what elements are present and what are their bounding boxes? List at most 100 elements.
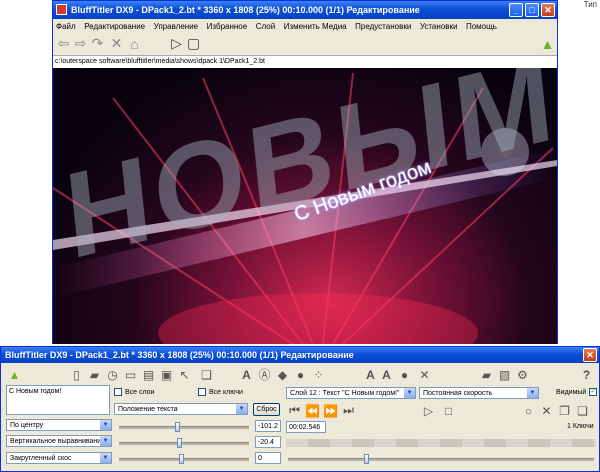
menu-favorites[interactable]: Избранное [204, 22, 251, 31]
next-key-icon[interactable]: ⏩ [323, 403, 338, 418]
menu-help[interactable]: Помощь [463, 22, 500, 31]
value-z-input[interactable]: 0 [255, 452, 281, 464]
chevron-down-icon: ▼ [527, 388, 538, 398]
folder-icon[interactable]: ▰ [479, 367, 494, 382]
file-path: c:\outerspace software\blufftitler\media… [53, 55, 557, 68]
timeline-scrubber[interactable] [288, 454, 594, 464]
checkbox-box[interactable] [198, 388, 206, 396]
cube-icon[interactable]: ◆ [275, 367, 290, 382]
delete-layer-icon[interactable]: ✕ [417, 367, 432, 382]
property-select[interactable]: Положение текста ▼ [114, 403, 248, 415]
bevel-select-value: Закругленный скос [10, 455, 72, 462]
slider-x[interactable] [119, 422, 249, 432]
reset-button[interactable]: Сброс [253, 403, 280, 416]
panel-titlebar[interactable]: BluffTitler DX9 - DPack1_2.bt * 3360 x 1… [1, 347, 599, 363]
maximize-button[interactable]: □ [525, 3, 539, 17]
chevron-down-icon: ▼ [100, 420, 111, 430]
preview-stage[interactable]: НОВЫМ С Новым годом [53, 68, 557, 344]
property-select-value: Положение текста [118, 406, 178, 413]
slider-y[interactable] [119, 438, 249, 448]
particles-icon[interactable]: ⁘ [311, 367, 326, 382]
layer-select[interactable]: Слой 12 : Текст "С Новым годом!" ▼ [286, 387, 416, 399]
forward-icon[interactable]: ⇨ [73, 35, 88, 51]
value-x-input[interactable]: -101.2 [255, 420, 281, 432]
settings-icon[interactable]: ⚙ [515, 367, 530, 382]
speed-select-value: Постоянная скорость [423, 390, 493, 397]
play-icon[interactable]: ▷ [169, 35, 184, 51]
record-icon[interactable]: ○ [521, 403, 536, 418]
check-icon[interactable]: ✓ [589, 388, 598, 396]
close-button[interactable]: ✕ [541, 3, 555, 17]
play-icon[interactable]: ▷ [421, 403, 436, 418]
text-input[interactable]: С Новым годом! [6, 385, 110, 415]
text-layer-icon[interactable]: A [363, 367, 378, 382]
align-select[interactable]: По центру ▼ [6, 419, 112, 431]
first-key-icon[interactable]: ⏮ [287, 403, 302, 418]
timeline-track[interactable] [286, 439, 596, 447]
help-icon[interactable]: ? [579, 367, 594, 382]
text-style-icon[interactable]: A [379, 367, 394, 382]
menu-file[interactable]: Файл [53, 22, 79, 31]
keys-count: 1 Ключи [567, 423, 594, 430]
speech-icon[interactable]: ● [293, 367, 308, 382]
all-layers-checkbox[interactable]: Все слои [114, 388, 154, 396]
main-titlebar[interactable]: BluffTitler DX9 - DPack1_2.bt * 3360 x 1… [53, 1, 557, 19]
back-icon[interactable]: ⇦ [56, 35, 71, 51]
chevron-down-icon: ▼ [100, 453, 111, 463]
image-icon[interactable]: ▧ [497, 367, 512, 382]
main-window-title: BluffTitler DX9 - DPack1_2.bt * 3360 x 1… [71, 5, 420, 15]
last-key-icon[interactable]: ⏭ [341, 403, 356, 418]
valign-select[interactable]: Вертикальное выравнивание ▼ [6, 435, 112, 447]
panel-close-button[interactable]: ✕ [583, 348, 597, 362]
menu-edit[interactable]: Редактирование [81, 22, 148, 31]
bevel-select[interactable]: Закругленный скос ▼ [6, 452, 112, 464]
slider-thumb[interactable] [175, 422, 180, 432]
pointer-icon[interactable]: ↖ [177, 367, 192, 382]
menu-settings[interactable]: Установки [417, 22, 461, 31]
export-icon[interactable]: ▣ [159, 367, 174, 382]
scrubber-thumb[interactable] [364, 454, 369, 464]
checkbox-box[interactable] [114, 388, 122, 396]
chevron-down-icon: ▼ [236, 404, 247, 414]
layer-select-value: Слой 12 : Текст "С Новым годом!" [290, 390, 400, 397]
open-folder-icon[interactable]: ▰ [87, 367, 102, 382]
film-icon[interactable]: ▤ [141, 367, 156, 382]
control-panel: BluffTitler DX9 - DPack1_2.bt * 3360 x 1… [0, 346, 600, 472]
chevron-down-icon: ▼ [100, 436, 111, 446]
chevron-down-icon: ▼ [404, 388, 415, 398]
visible-checkbox[interactable]: Видимый ✓ [556, 388, 600, 396]
slider-z[interactable] [119, 454, 249, 464]
stop-icon[interactable]: ✕ [109, 35, 124, 51]
text-box-icon[interactable]: Ⓐ [257, 367, 272, 382]
slider-thumb[interactable] [177, 438, 182, 448]
text-a-icon[interactable]: A [239, 367, 254, 382]
frog-logo-icon: ▲ [8, 367, 21, 382]
pause-icon[interactable]: ▢ [186, 35, 201, 51]
menu-presets[interactable]: Предустановки [352, 22, 414, 31]
speed-select[interactable]: Постоянная скорость ▼ [419, 387, 539, 399]
delete-key-icon[interactable]: ✕ [539, 403, 554, 418]
redo-icon[interactable]: ↷ [90, 35, 105, 51]
menu-change-media[interactable]: Изменить Медиа [281, 22, 350, 31]
slider-thumb[interactable] [179, 454, 184, 464]
menubar: Файл Редактирование Управление Избранное… [53, 19, 557, 33]
menu-control[interactable]: Управление [151, 22, 201, 31]
stop-icon[interactable]: □ [441, 403, 456, 418]
sphere-icon[interactable]: ● [397, 367, 412, 382]
layer-stack-icon[interactable]: ❑ [199, 367, 214, 382]
valign-select-value: Вертикальное выравнивание [10, 438, 106, 445]
align-select-value: По центру [10, 422, 44, 429]
all-keys-checkbox[interactable]: Все ключи [198, 388, 243, 396]
time-input[interactable]: 00:02.546 [286, 421, 326, 433]
paste-icon[interactable]: ❏ [575, 403, 590, 418]
value-y-input[interactable]: -20.4 [255, 436, 281, 448]
new-file-icon[interactable]: ▯ [69, 367, 84, 382]
copy-icon[interactable]: ❐ [557, 403, 572, 418]
frog-logo-icon: ▲ [540, 35, 555, 52]
clock-icon[interactable]: ◷ [105, 367, 120, 382]
minimize-button[interactable]: _ [509, 3, 523, 17]
menu-layer[interactable]: Слой [253, 22, 278, 31]
screen-icon[interactable]: ▭ [123, 367, 138, 382]
home-icon[interactable]: ⌂ [127, 36, 142, 52]
prev-key-icon[interactable]: ⏪ [305, 403, 320, 418]
